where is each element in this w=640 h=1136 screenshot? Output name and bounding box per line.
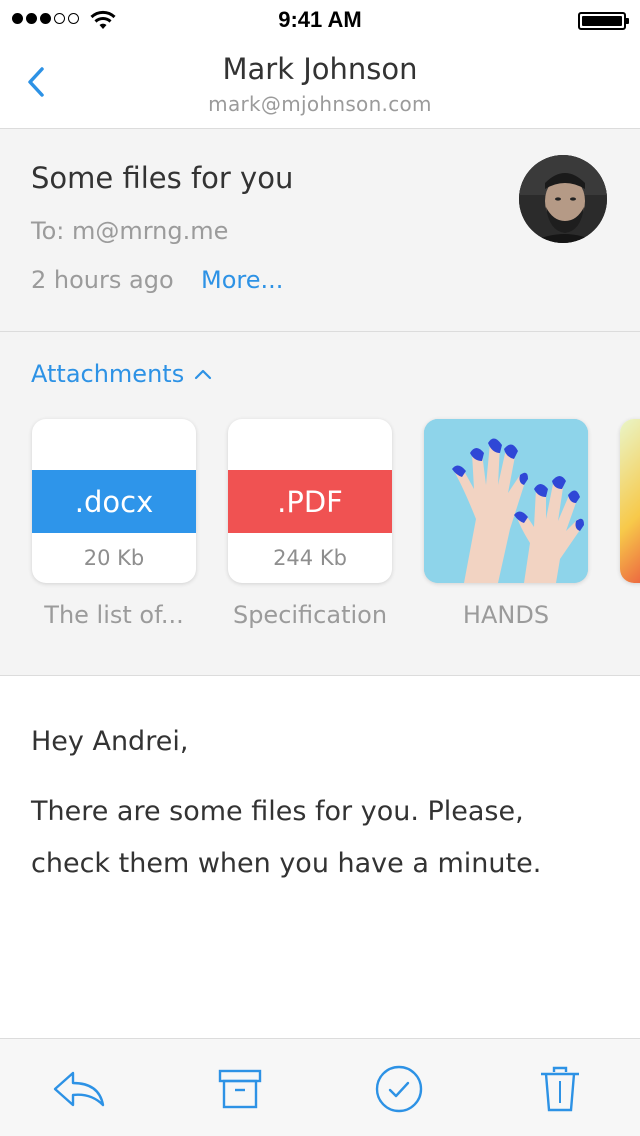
attachment-partial[interactable]	[620, 419, 640, 629]
message-greeting: Hey Andrei,	[31, 726, 189, 757]
image-thumbnail	[620, 419, 640, 583]
avatar-image	[519, 155, 607, 243]
file-card: .PDF 244 Kb	[228, 419, 392, 583]
trash-icon	[541, 1066, 579, 1112]
colorful-image	[620, 419, 640, 583]
file-name: HANDS	[462, 601, 550, 629]
delete-button[interactable]	[532, 1061, 588, 1117]
more-link[interactable]: More...	[201, 266, 283, 294]
reply-icon	[53, 1071, 105, 1107]
attachment-pdf[interactable]: .PDF 244 Kb Specification	[228, 419, 392, 629]
image-thumbnail	[424, 419, 588, 583]
attachments-title: Attachments	[31, 360, 185, 388]
reply-button[interactable]	[51, 1061, 107, 1117]
nav-bar: Mark Johnson mark@mjohnson.com	[0, 40, 640, 129]
done-button[interactable]	[371, 1061, 427, 1117]
chevron-up-icon	[195, 369, 212, 380]
sender-name: Mark Johnson	[222, 52, 418, 86]
file-name: Specification	[232, 601, 388, 629]
battery-icon	[578, 12, 629, 30]
archive-button[interactable]	[212, 1061, 268, 1117]
hands-image	[424, 419, 588, 583]
mail-subject: Some files for you	[31, 161, 294, 195]
attachment-docx[interactable]: .docx 20 Kb The list of...	[32, 419, 196, 629]
file-size: 244 Kb	[273, 546, 347, 570]
sender-email: mark@mjohnson.com	[208, 92, 432, 116]
avatar[interactable]	[519, 155, 607, 243]
attachments-toggle[interactable]: Attachments	[31, 360, 212, 388]
file-size: 20 Kb	[83, 546, 145, 570]
file-type-badge: .PDF	[228, 470, 392, 533]
mail-time: 2 hours ago	[31, 266, 174, 294]
bottom-toolbar	[0, 1038, 640, 1136]
mail-header: Some files for you To: m@mrng.me 2 hours…	[0, 129, 640, 332]
file-name: The list of...	[44, 601, 184, 629]
attachments-list: .docx 20 Kb The list of... .PDF 244 Kb S…	[32, 419, 640, 629]
status-bar: 9:41 AM	[0, 0, 640, 40]
message-line-2: check them when you have a minute.	[31, 848, 542, 879]
attachment-image-hands[interactable]: HANDS	[424, 419, 588, 629]
attachments-section: Attachments .docx 20 Kb The list of... .…	[0, 332, 640, 676]
file-card: .docx 20 Kb	[32, 419, 196, 583]
status-time: 9:41 AM	[278, 7, 362, 32]
message-line-1: There are some files for you. Please,	[31, 796, 524, 827]
archive-icon	[218, 1069, 262, 1109]
check-icon	[375, 1065, 423, 1113]
file-type-badge: .docx	[32, 470, 196, 533]
message-body: Hey Andrei, There are some files for you…	[31, 716, 611, 890]
mail-recipient: To: m@mrng.me	[31, 217, 229, 245]
